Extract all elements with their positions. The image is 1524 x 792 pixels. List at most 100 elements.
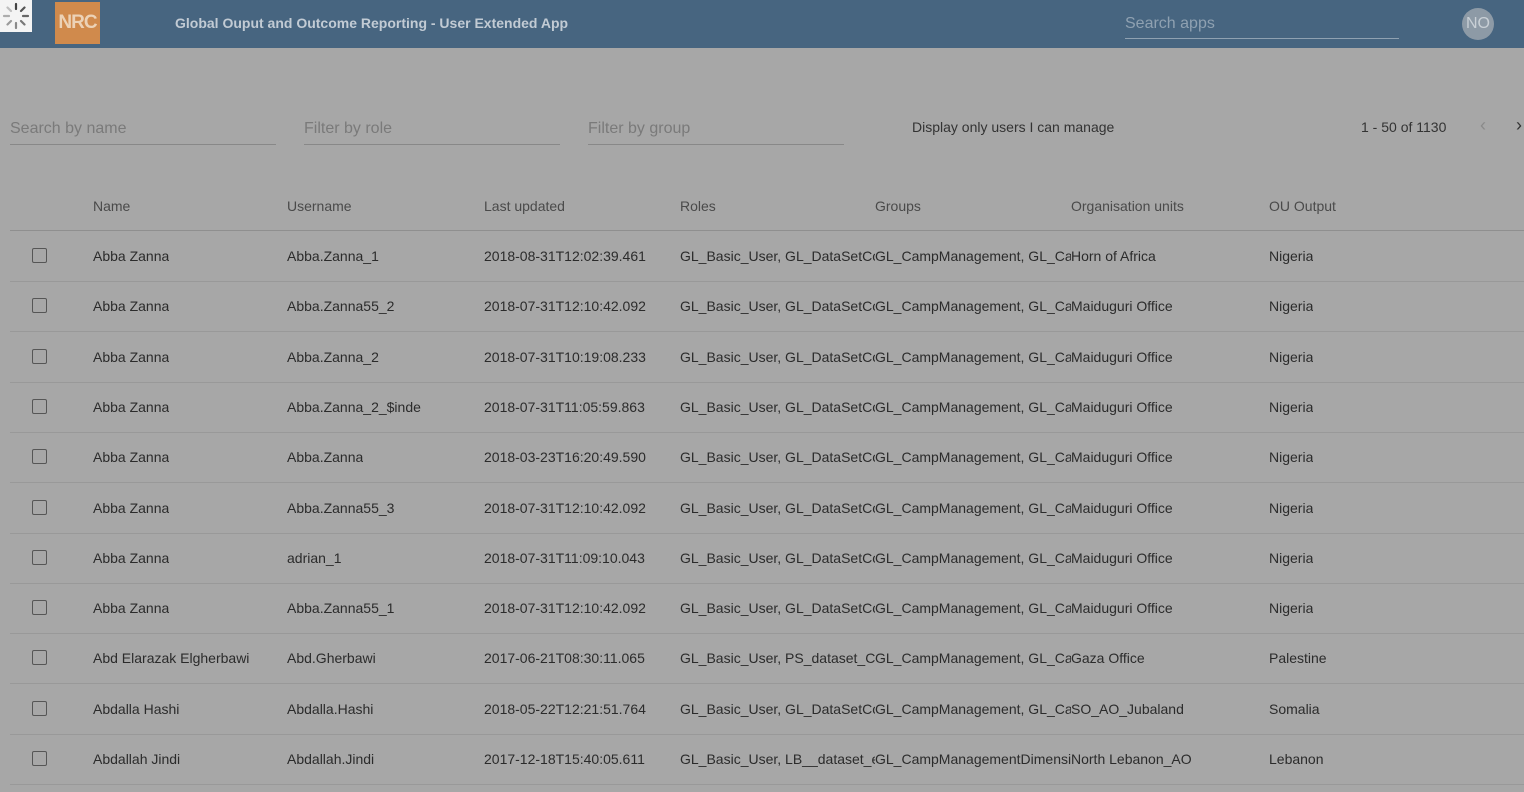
table-row[interactable]: Abba Zanna Abba.Zanna_2 2018-07-31T10:19:0… [10, 332, 1524, 383]
ou-output-cell: Nigeria [1269, 499, 1314, 516]
row-select-checkbox[interactable] [32, 298, 47, 314]
user-name-cell: Abba Zanna [93, 248, 170, 264]
last-updated-cell: 2018-07-31T12:10:42.092 [484, 600, 646, 617]
roles-cell: GL_Basic_User, PS_dataset_CM [680, 650, 875, 667]
roles-cell: GL_Basic_User, GL_DataSetCon [680, 348, 875, 365]
search-apps-input[interactable] [1125, 10, 1399, 39]
filter-by-group-input[interactable] [588, 114, 844, 145]
table-row[interactable]: Abba Zanna Abba.Zanna 2018-03-23T16:20:49.… [10, 432, 1524, 484]
filter-by-role-input[interactable] [304, 114, 560, 145]
table-row[interactable]: Abba Zanna Abba.Zanna_1 2018-08-31T12:02:3… [10, 231, 1524, 282]
row-select-checkbox[interactable] [32, 449, 47, 465]
ou-output-cell: Somalia [1269, 700, 1320, 717]
manage-users-toggle-label[interactable]: Display only users I can manage [912, 119, 1114, 135]
row-select-checkbox[interactable] [32, 700, 47, 716]
username-cell: Abba.Zanna55_2 [287, 298, 395, 315]
app-title: Global Ouput and Outcome Reporting - Use… [175, 15, 569, 31]
user-name-cell: Abba Zanna [93, 600, 170, 617]
profile-avatar[interactable]: NO [1462, 8, 1494, 40]
last-updated-cell: 2018-07-31T12:10:42.092 [484, 298, 646, 315]
roles-cell: GL_Basic_User, LB__dataset_ed [680, 751, 875, 767]
user-name-cell: Abba Zanna [93, 398, 170, 415]
row-select-checkbox[interactable] [32, 751, 47, 766]
organisation-unit-cell: Maiduguri Office [1071, 398, 1173, 415]
roles-cell: GL_Basic_User, GL_DataSetCon [680, 700, 875, 717]
user-name-cell: Abba Zanna [93, 348, 170, 365]
last-updated-cell: 2018-05-22T12:21:51.764 [484, 700, 646, 717]
row-select-checkbox[interactable] [32, 248, 47, 263]
groups-cell: GL_CampManagementDimensi [875, 751, 1071, 767]
column-header-ou-output[interactable]: OU Output [1269, 198, 1336, 214]
column-header-groups[interactable]: Groups [875, 198, 921, 214]
table-row[interactable]: Abba Zanna Abba.Zanna55_2 2018-07-31T12:10… [10, 281, 1524, 333]
ou-output-cell: Nigeria [1269, 449, 1314, 466]
username-cell: Abba.Zanna_2 [287, 348, 379, 365]
table-row[interactable]: Abd Elarazak Elgherbawi Abd.Gherbawi 2017-… [10, 633, 1524, 685]
next-page-icon[interactable]: › [1516, 115, 1522, 136]
groups-cell: GL_CampManagement, GL_Can [875, 650, 1071, 667]
table-row[interactable]: Abba Zanna Abba.Zanna55_3 2018-07-31T12:10… [10, 483, 1524, 534]
roles-cell: GL_Basic_User, GL_DataSetCon [680, 499, 875, 516]
groups-cell: GL_CampManagement, GL_Can [875, 248, 1071, 264]
table-row[interactable]: Abba Zanna adrian_1 2018-07-31T11:09:10.04… [10, 533, 1524, 584]
header-bar: NRC Global Ouput and Outcome Reporting -… [0, 0, 1524, 48]
roles-cell: GL_Basic_User, GL_DataSetCon [680, 549, 875, 566]
roles-cell: GL_Basic_User, GL_DataSetCon [680, 398, 875, 415]
ou-output-cell: Nigeria [1269, 248, 1314, 264]
last-updated-cell: 2018-07-31T10:19:08.233 [484, 348, 646, 365]
table-header: Name Username Last updated Roles Groups … [10, 190, 1524, 231]
table-row[interactable]: Abba Zanna Abba.Zanna_2_$inde 2018-07-31T1… [10, 382, 1524, 433]
username-cell: adrian_1 [287, 549, 342, 566]
username-cell: Abba.Zanna [287, 449, 364, 466]
groups-cell: GL_CampManagement, GL_Can [875, 549, 1071, 566]
row-select-checkbox[interactable] [32, 398, 47, 414]
row-select-checkbox[interactable] [32, 600, 47, 616]
row-select-checkbox[interactable] [32, 650, 47, 666]
column-header-roles[interactable]: Roles [680, 198, 716, 214]
username-cell: Abd.Gherbawi [287, 650, 376, 667]
ou-output-cell: Nigeria [1269, 298, 1314, 315]
user-name-cell: Abd Elarazak Elgherbawi [93, 650, 250, 667]
user-name-cell: Abba Zanna [93, 499, 170, 516]
ou-output-cell: Nigeria [1269, 348, 1314, 365]
user-name-cell: Abdalla Hashi [93, 700, 180, 717]
column-header-name[interactable]: Name [93, 198, 130, 214]
username-cell: Abdalla.Hashi [287, 700, 374, 717]
organisation-unit-cell: Maiduguri Office [1071, 549, 1173, 566]
groups-cell: GL_CampManagement, GL_Can [875, 600, 1071, 617]
organisation-unit-cell: Gaza Office [1071, 650, 1145, 667]
groups-cell: GL_CampManagement, GL_Can [875, 348, 1071, 365]
username-cell: Abdallah.Jindi [287, 751, 375, 767]
groups-cell: GL_CampManagement, GL_Can [875, 449, 1071, 466]
ou-output-cell: Nigeria [1269, 600, 1314, 617]
table-row[interactable]: Abba Zanna Abba.Zanna55_1 2018-07-31T12:10… [10, 583, 1524, 635]
roles-cell: GL_Basic_User, GL_DataSetCon [680, 298, 875, 315]
username-cell: Abba.Zanna55_1 [287, 600, 395, 617]
loading-spinner-icon [0, 0, 32, 32]
groups-cell: GL_CampManagement, GL_Can [875, 499, 1071, 516]
organisation-unit-cell: Maiduguri Office [1071, 348, 1173, 365]
username-cell: Abba.Zanna55_3 [287, 499, 395, 516]
column-header-username[interactable]: Username [287, 198, 352, 214]
search-by-name-input[interactable] [10, 114, 276, 145]
nrc-logo[interactable]: NRC [55, 2, 100, 44]
organisation-unit-cell: SO_AO_Jubaland [1071, 700, 1184, 717]
ou-output-cell: Lebanon [1269, 751, 1324, 767]
table-row[interactable]: Abdallah Jindi Abdallah.Jindi 2017-12-18T1… [10, 734, 1524, 785]
row-select-checkbox[interactable] [32, 348, 47, 364]
username-cell: Abba.Zanna_2_$inde [287, 398, 421, 415]
user-name-cell: Abba Zanna [93, 549, 170, 566]
row-select-checkbox[interactable] [32, 499, 47, 515]
user-name-cell: Abdallah Jindi [93, 751, 181, 767]
table-row[interactable]: Abdalla Hashi Abdalla.Hashi 2018-05-22T12:… [10, 684, 1524, 735]
ou-output-cell: Nigeria [1269, 549, 1314, 566]
ou-output-cell: Nigeria [1269, 398, 1314, 415]
column-header-last-updated[interactable]: Last updated [484, 198, 565, 214]
row-select-checkbox[interactable] [32, 549, 47, 565]
roles-cell: GL_Basic_User, GL_DataSetCon [680, 449, 875, 466]
last-updated-cell: 2018-08-31T12:02:39.461 [484, 248, 646, 264]
column-header-organisation-units[interactable]: Organisation units [1071, 198, 1184, 214]
previous-page-icon[interactable]: ‹ [1480, 115, 1486, 136]
ou-output-cell: Palestine [1269, 650, 1327, 667]
organisation-unit-cell: Maiduguri Office [1071, 499, 1173, 516]
